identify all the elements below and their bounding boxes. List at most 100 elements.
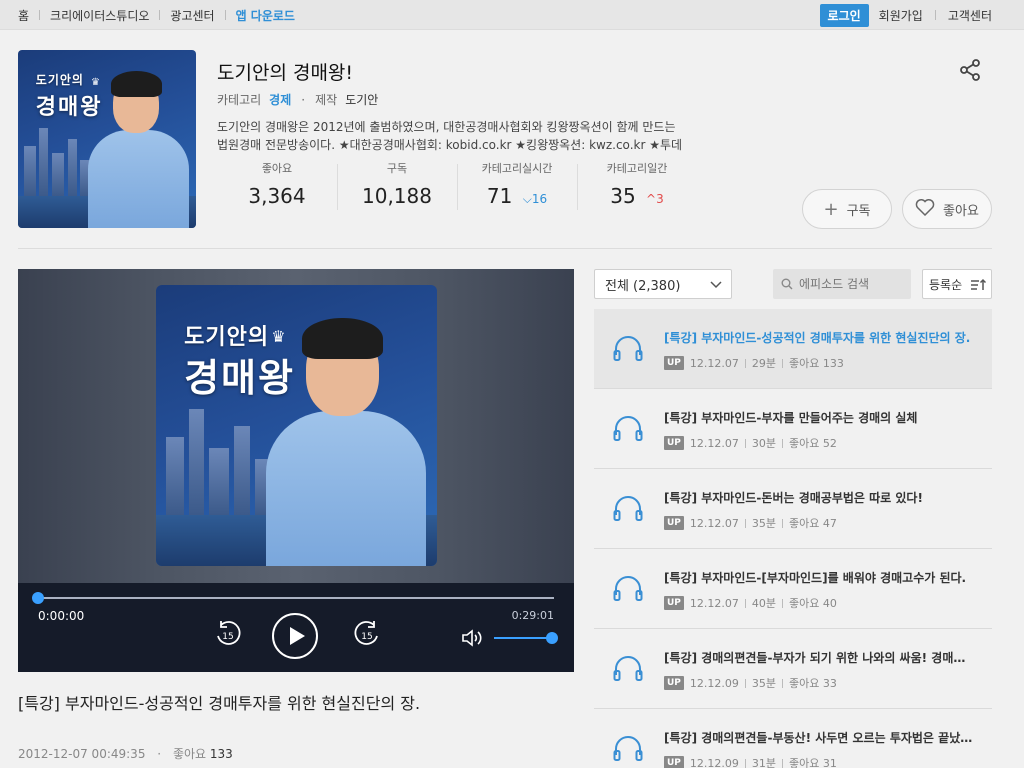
plus-icon: +	[823, 198, 839, 220]
up-badge: UP	[664, 676, 684, 690]
category-link[interactable]: 경제	[269, 91, 291, 108]
stat-likes: 좋아요 3,364	[217, 160, 337, 210]
login-button[interactable]: 로그인	[819, 3, 869, 27]
like-button[interactable]: 좋아요	[902, 189, 992, 229]
list-item-meta: UP 12.12.07 40분 좋아요 40	[664, 595, 837, 611]
nav-ad-center[interactable]: 광고센터	[170, 7, 214, 24]
headphones-icon	[612, 653, 644, 685]
stat-label: 좋아요	[261, 162, 293, 175]
volume-knob[interactable]	[546, 632, 558, 644]
desc-line-2: 법원경매 전문방송이다. ★대한공경매사협회: kobid.co.kr ★킹왕짱…	[217, 138, 683, 152]
channel-thumbnail[interactable]: 도기안의 ♛ 경매왕	[18, 50, 196, 228]
audio-player: 도기안의 ♛ 경매왕 0:00:00 0:29:01 15 15	[18, 269, 574, 672]
section-divider	[18, 248, 992, 249]
list-item[interactable]: [특강] 경매의편견들-부동산! 사두면 오르는 투자법은 끝났… UP 12.…	[594, 709, 992, 768]
up-badge: UP	[664, 356, 684, 370]
episode-title: [특강] 부자마인드-성공적인 경매투자를 위한 현실진단의 장.	[18, 694, 421, 713]
sort-icon	[970, 278, 987, 295]
category-label: 카테고리	[217, 93, 262, 107]
list-item-duration: 35분	[751, 517, 777, 530]
top-account: 로그인 회원가입 고객센터	[819, 0, 992, 30]
list-item[interactable]: [특강] 부자마인드-돈버는 경매공부법은 따로 있다! UP 12.12.07…	[594, 469, 992, 549]
sort-button[interactable]: 등록순	[922, 269, 992, 299]
episode-likes: 133	[209, 747, 233, 761]
stat-subscribers: 구독 10,188	[337, 160, 457, 210]
cover-text-2: 경매왕	[184, 355, 295, 400]
list-item[interactable]: [특강] 부자마인드-[부자마인드]를 배워야 경매고수가 된다. UP 12.…	[594, 549, 992, 629]
list-item-duration: 29분	[751, 357, 777, 370]
list-item[interactable]: [특강] 부자마인드-성공적인 경매투자를 위한 현실진단의 장. UP 12.…	[594, 309, 992, 389]
channel-stats: 좋아요 3,364 구독 10,188 카테고리실시간 71 ⌵16 카테고리일…	[217, 160, 697, 210]
chevron-down-icon	[709, 277, 723, 295]
list-item-likes: 좋아요 133	[789, 357, 844, 370]
list-item[interactable]: [특강] 경매의편견들-부자가 되기 위한 나와의 싸움! 경매의… UP 12…	[594, 629, 992, 709]
divider	[934, 10, 936, 20]
duration: 0:29:01	[511, 609, 554, 622]
crown-icon: ♛	[271, 327, 286, 347]
list-item-date: 12.12.09	[689, 676, 739, 690]
episode-search[interactable]	[773, 269, 911, 299]
heart-icon	[915, 198, 935, 221]
episode-list: [특강] 부자마인드-성공적인 경매투자를 위한 현실진단의 장. UP 12.…	[594, 309, 992, 768]
rank-down-indicator: ⌵16	[523, 192, 547, 206]
volume-icon[interactable]	[461, 629, 483, 651]
list-item-title[interactable]: [특강] 경매의편견들-부자가 되기 위한 나와의 싸움! 경매의…	[664, 649, 976, 666]
list-item-title[interactable]: [특강] 부자마인드-성공적인 경매투자를 위한 현실진단의 장.	[664, 329, 976, 346]
episode-meta: 2012-12-07 00:49:35 · 좋아요 133	[18, 747, 233, 761]
list-item-date: 12.12.09	[689, 756, 739, 768]
channel-meta: 카테고리 경제 · 제작 도기안	[217, 91, 378, 108]
play-button[interactable]	[271, 612, 319, 664]
search-icon	[781, 275, 793, 294]
divider	[224, 10, 226, 20]
forward-15-button[interactable]: 15	[352, 619, 382, 653]
stat-value: 35	[610, 184, 636, 208]
stat-value: 10,188	[362, 184, 432, 208]
list-item-title[interactable]: [특강] 부자마인드-[부자마인드]를 배워야 경매고수가 된다.	[664, 569, 976, 586]
search-input[interactable]	[799, 277, 899, 291]
share-icon[interactable]	[958, 58, 982, 82]
list-item-duration: 31분	[751, 757, 777, 768]
nav-app-download[interactable]: 앱 다운로드	[236, 7, 295, 24]
support-link[interactable]: 고객센터	[948, 7, 992, 24]
signup-link[interactable]: 회원가입	[879, 7, 923, 24]
list-item-likes: 좋아요 40	[789, 597, 837, 610]
cover-text-1: 도기안의	[35, 73, 84, 88]
list-item-date: 12.12.07	[689, 436, 739, 450]
episode-date: 2012-12-07 00:49:35	[18, 747, 146, 761]
top-bar: 홈 크리에이터스튜디오 광고센터 앱 다운로드 로그인 회원가입 고객센터	[0, 0, 1024, 30]
up-badge: UP	[664, 516, 684, 530]
rewind-15-button[interactable]: 15	[213, 619, 243, 653]
up-badge: UP	[664, 436, 684, 450]
episode-filter-select[interactable]: 전체 (2,380)	[594, 269, 732, 299]
cover-text-2: 경매왕	[35, 95, 103, 121]
list-item-likes: 좋아요 33	[789, 677, 837, 690]
list-item-likes: 좋아요 47	[789, 517, 837, 530]
subscribe-button[interactable]: + 구독	[802, 189, 892, 229]
channel-description: 도기안의 경매왕은 2012년에 출범하였으며, 대한공경매사협회와 킹왕짱옥션…	[217, 118, 737, 154]
list-item-title[interactable]: [특강] 부자마인드-부자를 만들어주는 경매의 실체	[664, 409, 976, 426]
subscribe-label: 구독	[846, 203, 871, 219]
stat-category-realtime: 카테고리실시간 71 ⌵16	[457, 160, 577, 210]
cover-art: 도기안의 ♛ 경매왕	[18, 50, 196, 228]
nav-creator-studio[interactable]: 크리에이터스튜디오	[50, 7, 149, 24]
seek-knob[interactable]	[32, 592, 44, 604]
divider	[159, 10, 161, 20]
list-item[interactable]: [특강] 부자마인드-부자를 만들어주는 경매의 실체 UP 12.12.07 …	[594, 389, 992, 469]
list-item-duration: 35분	[751, 677, 777, 690]
crown-icon: ♛	[90, 76, 100, 88]
up-badge: UP	[664, 596, 684, 610]
volume-slider[interactable]	[494, 632, 558, 644]
list-item-title[interactable]: [특강] 경매의편견들-부동산! 사두면 오르는 투자법은 끝났…	[664, 729, 976, 746]
list-item-meta: UP 12.12.09 31분 좋아요 31	[664, 755, 837, 768]
stat-category-daily: 카테고리일간 35 ^3	[577, 160, 697, 210]
list-item-meta: UP 12.12.07 29분 좋아요 133	[664, 355, 844, 371]
seek-bar[interactable]	[32, 592, 554, 604]
list-item-likes: 좋아요 52	[789, 437, 837, 450]
list-item-duration: 40분	[751, 597, 777, 610]
desc-line-1: 도기안의 경매왕은 2012년에 출범하였으며, 대한공경매사협회와 킹왕짱옥션…	[217, 120, 676, 134]
list-item-title[interactable]: [특강] 부자마인드-돈버는 경매공부법은 따로 있다!	[664, 489, 976, 506]
maker-name[interactable]: 도기안	[345, 91, 378, 108]
filter-value: 전체 (2,380)	[605, 278, 681, 294]
list-item-duration: 30분	[751, 437, 777, 450]
nav-home[interactable]: 홈	[18, 7, 29, 24]
